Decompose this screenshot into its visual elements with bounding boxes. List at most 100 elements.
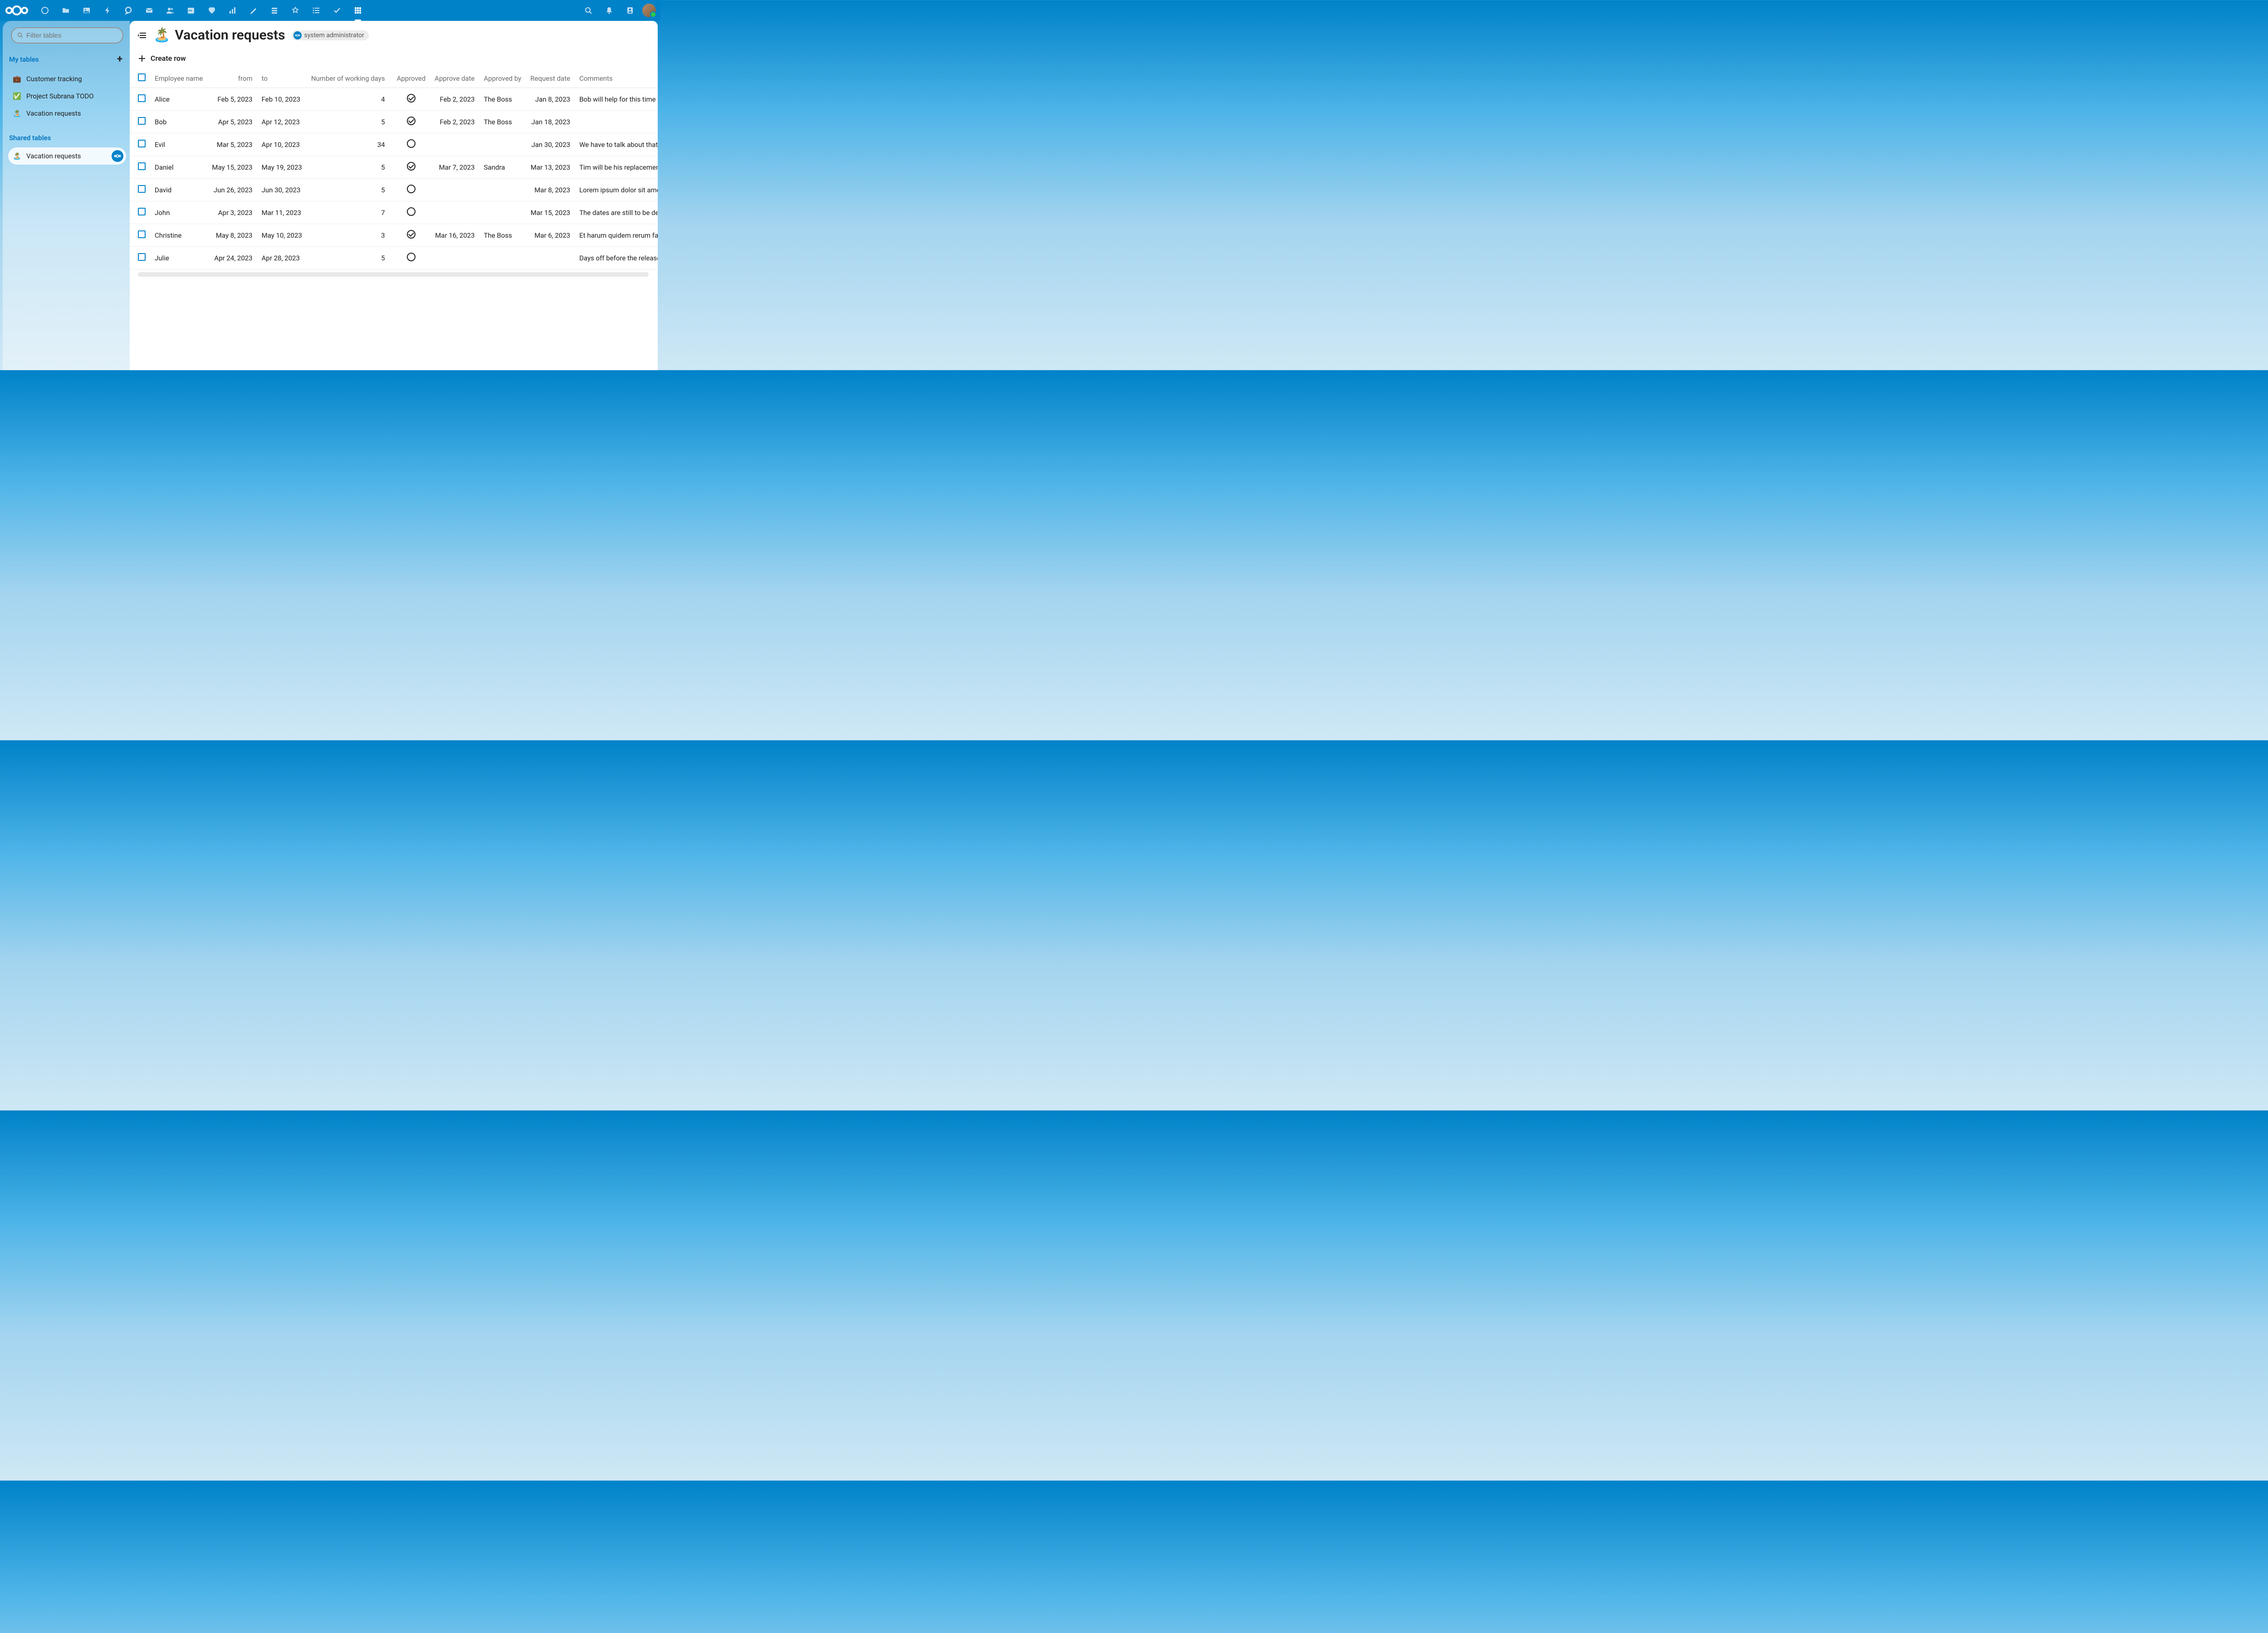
cell: The Boss bbox=[479, 224, 526, 247]
cell: 5 bbox=[307, 111, 392, 133]
owner-name: system administrator bbox=[304, 32, 364, 39]
topbar-apps bbox=[34, 0, 578, 21]
cell: 34 bbox=[307, 133, 392, 156]
horizontal-scrollbar[interactable] bbox=[138, 272, 649, 277]
col-header[interactable]: Approved by bbox=[479, 69, 526, 88]
contacts-icon[interactable] bbox=[160, 0, 181, 21]
cell: Apr 12, 2023 bbox=[257, 111, 307, 133]
filter-input-field[interactable] bbox=[26, 32, 117, 39]
row-checkbox[interactable] bbox=[138, 208, 146, 215]
cell: The dates are still to be defined bbox=[575, 201, 658, 224]
cell: Mar 6, 2023 bbox=[526, 224, 575, 247]
cell bbox=[430, 133, 479, 156]
files-icon[interactable] bbox=[55, 0, 76, 21]
col-header[interactable]: Approve date bbox=[430, 69, 479, 88]
row-checkbox[interactable] bbox=[138, 253, 146, 261]
table-row[interactable]: BobApr 5, 2023Apr 12, 20235Feb 2, 2023Th… bbox=[130, 111, 658, 133]
tables-icon[interactable] bbox=[347, 0, 368, 21]
bookmarks-icon[interactable] bbox=[285, 0, 306, 21]
analytics-icon[interactable] bbox=[222, 0, 243, 21]
main-content: 🏝️ Vacation requests system administrato… bbox=[130, 21, 658, 370]
calendar-icon[interactable] bbox=[181, 0, 201, 21]
empty-circle-icon bbox=[407, 139, 415, 148]
cell: Mar 15, 2023 bbox=[526, 201, 575, 224]
row-checkbox[interactable] bbox=[138, 230, 146, 238]
table-row[interactable]: DanielMay 15, 2023May 19, 20235Mar 7, 20… bbox=[130, 156, 658, 179]
col-header[interactable]: Employee name bbox=[150, 69, 207, 88]
my-item-0[interactable]: 💼Customer tracking bbox=[8, 70, 126, 88]
cell bbox=[479, 133, 526, 156]
cell: John bbox=[150, 201, 207, 224]
col-header[interactable]: Number of working days bbox=[307, 69, 392, 88]
my-item-1[interactable]: ✅Project Subrana TODO bbox=[8, 88, 126, 105]
cell: May 8, 2023 bbox=[207, 224, 257, 247]
table-row[interactable]: EvilMar 5, 2023Apr 10, 202334Jan 30, 202… bbox=[130, 133, 658, 156]
search-icon[interactable] bbox=[578, 0, 599, 21]
row-checkbox[interactable] bbox=[138, 162, 146, 170]
select-all-checkbox[interactable] bbox=[138, 73, 146, 81]
deck-icon[interactable] bbox=[264, 0, 285, 21]
cell: Christine bbox=[150, 224, 207, 247]
row-checkbox[interactable] bbox=[138, 140, 146, 147]
avatar[interactable] bbox=[642, 4, 656, 17]
activity-icon[interactable] bbox=[97, 0, 118, 21]
shared-item-0[interactable]: 🏝️Vacation requests bbox=[8, 147, 126, 165]
cell: Bob will help for this time bbox=[575, 88, 658, 111]
my-item-2[interactable]: 🏝️Vacation requests bbox=[8, 105, 126, 122]
talk-icon[interactable] bbox=[118, 0, 139, 21]
notifications-icon[interactable] bbox=[599, 0, 620, 21]
sidebar-item-emoji: ✅ bbox=[13, 92, 21, 100]
notes-icon[interactable] bbox=[243, 0, 264, 21]
sidebar-item-label: Vacation requests bbox=[26, 109, 81, 117]
dashboard-icon[interactable] bbox=[34, 0, 55, 21]
cell: Apr 28, 2023 bbox=[257, 247, 307, 269]
health-icon[interactable] bbox=[201, 0, 222, 21]
sidebar-item-label: Vacation requests bbox=[26, 152, 81, 160]
cell: Feb 2, 2023 bbox=[430, 111, 479, 133]
sidebar-item-label: Customer tracking bbox=[26, 75, 82, 83]
col-header[interactable]: Approved bbox=[392, 69, 430, 88]
col-header[interactable]: to bbox=[257, 69, 307, 88]
row-checkbox[interactable] bbox=[138, 117, 146, 125]
topbar-right bbox=[578, 0, 656, 21]
cell bbox=[526, 247, 575, 269]
row-checkbox[interactable] bbox=[138, 94, 146, 102]
col-header[interactable]: from bbox=[207, 69, 257, 88]
cell: Julie bbox=[150, 247, 207, 269]
table-row[interactable]: AliceFeb 5, 2023Feb 10, 20234Feb 2, 2023… bbox=[130, 88, 658, 111]
cell: Bob bbox=[150, 111, 207, 133]
cell bbox=[479, 179, 526, 201]
cell: Apr 10, 2023 bbox=[257, 133, 307, 156]
create-row-button[interactable]: Create row bbox=[130, 48, 658, 69]
cell bbox=[479, 247, 526, 269]
tasks-icon[interactable] bbox=[327, 0, 347, 21]
cell bbox=[430, 179, 479, 201]
cell: Feb 2, 2023 bbox=[430, 88, 479, 111]
table-row[interactable]: JohnApr 3, 2023Mar 11, 20237Mar 15, 2023… bbox=[130, 201, 658, 224]
cell: Feb 10, 2023 bbox=[257, 88, 307, 111]
cell: Mar 11, 2023 bbox=[257, 201, 307, 224]
cell bbox=[392, 224, 430, 247]
lists-icon[interactable] bbox=[306, 0, 327, 21]
app-logo[interactable] bbox=[5, 5, 29, 16]
mail-icon[interactable] bbox=[139, 0, 160, 21]
filter-tables-input[interactable] bbox=[11, 27, 123, 44]
row-checkbox[interactable] bbox=[138, 185, 146, 193]
add-table-button[interactable]: + bbox=[117, 54, 122, 65]
cell: 5 bbox=[307, 247, 392, 269]
photos-icon[interactable] bbox=[76, 0, 97, 21]
cell: Tim will be his replacement bbox=[575, 156, 658, 179]
cell: Mar 13, 2023 bbox=[526, 156, 575, 179]
table-row[interactable]: DavidJun 26, 2023Jun 30, 20235Mar 8, 202… bbox=[130, 179, 658, 201]
col-header[interactable]: Request date bbox=[526, 69, 575, 88]
cell bbox=[430, 247, 479, 269]
table-row[interactable]: ChristineMay 8, 2023May 10, 20233Mar 16,… bbox=[130, 224, 658, 247]
cell bbox=[575, 111, 658, 133]
table-row[interactable]: JulieApr 24, 2023Apr 28, 20235Days off b… bbox=[130, 247, 658, 269]
cell bbox=[392, 88, 430, 111]
cell: May 15, 2023 bbox=[207, 156, 257, 179]
cell: Jun 26, 2023 bbox=[207, 179, 257, 201]
accounts-icon[interactable] bbox=[620, 0, 640, 21]
toggle-sidebar-icon[interactable] bbox=[138, 32, 147, 39]
col-header[interactable]: Comments bbox=[575, 69, 658, 88]
